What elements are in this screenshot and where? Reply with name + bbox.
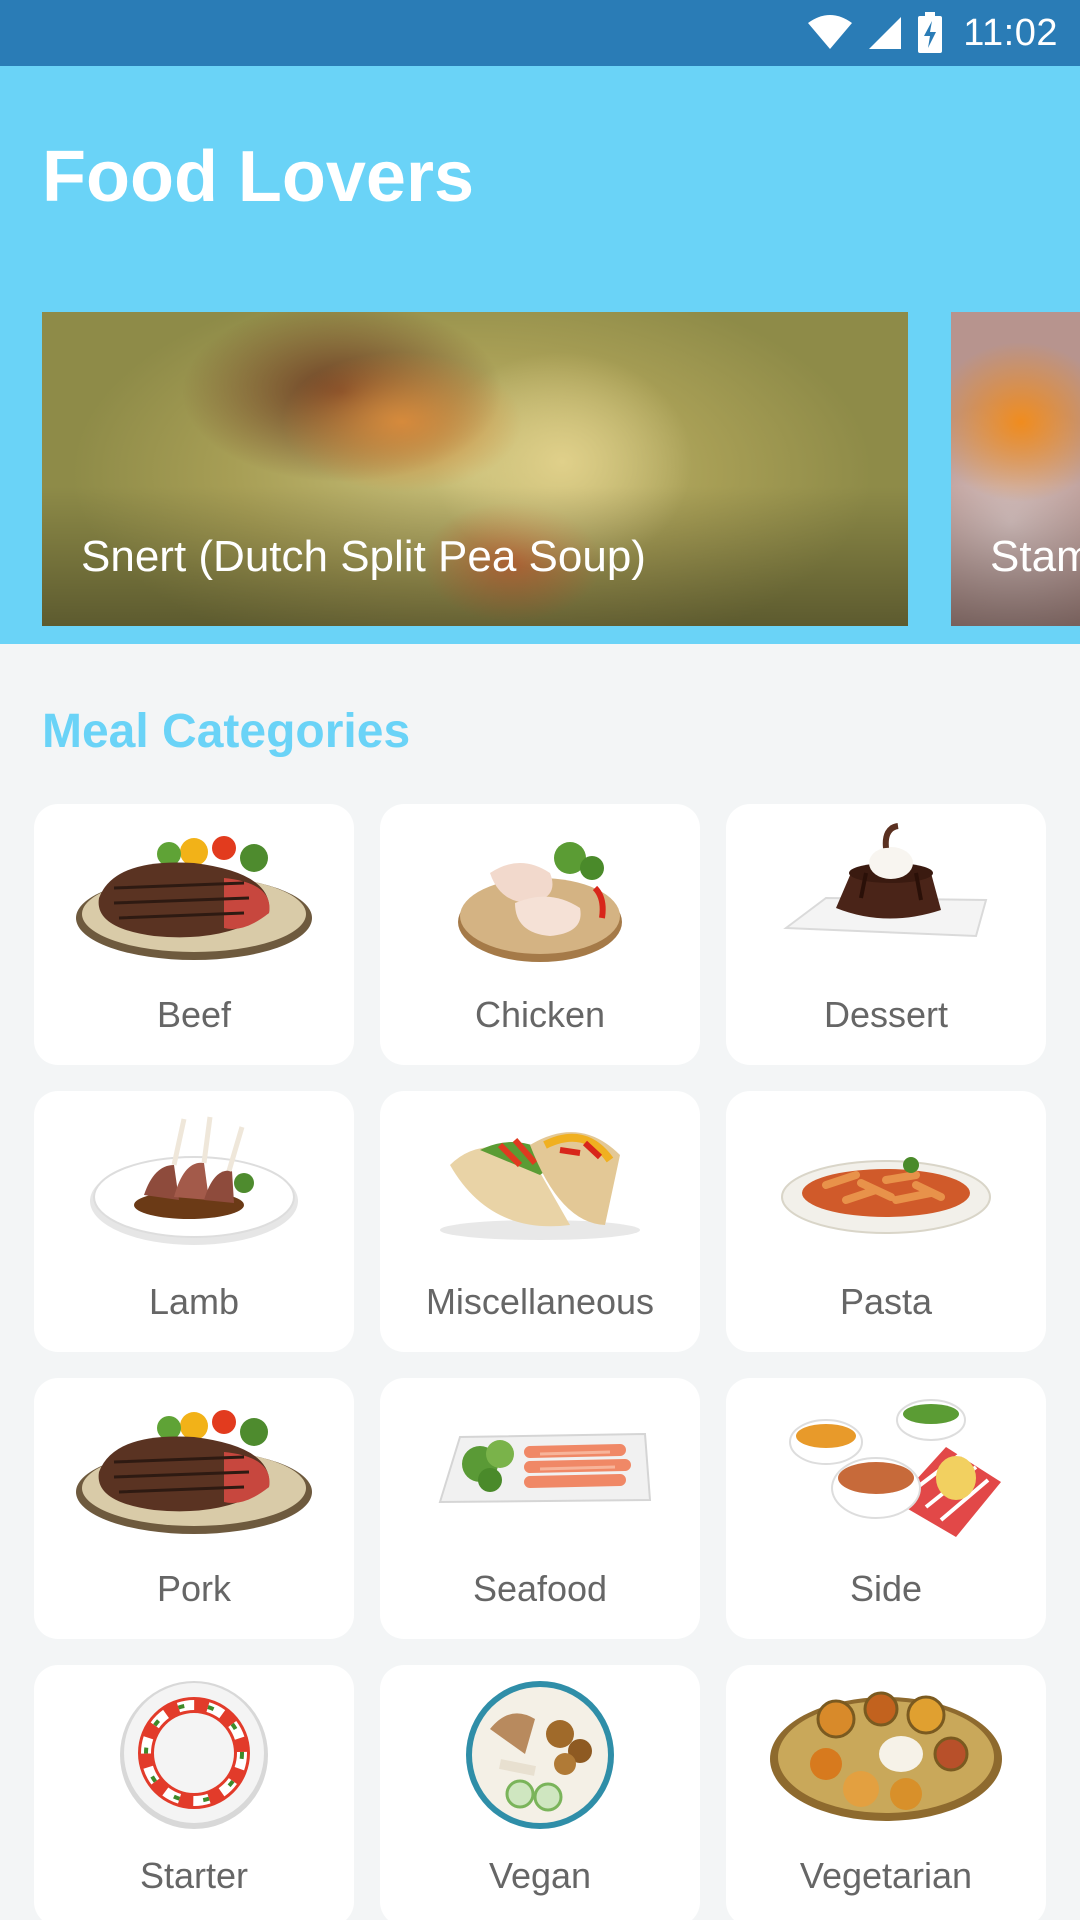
category-label: Side (849, 1568, 923, 1609)
category-label: Lamb (148, 1281, 240, 1322)
category-label: Vegetarian (799, 1855, 973, 1896)
category-card-lamb[interactable]: Lamb (34, 1091, 354, 1352)
section-title: Meal Categories (42, 705, 411, 758)
slide-title: Snert (Dutch Split Pea Soup) (81, 532, 646, 581)
battery-charging-icon (918, 12, 943, 53)
category-card-pasta[interactable]: Pasta (726, 1091, 1046, 1352)
category-label: Vegan (488, 1855, 592, 1896)
category-label: Pasta (839, 1281, 933, 1322)
category-card-vegetarian[interactable]: Vegetarian (726, 1665, 1046, 1920)
vegetarian-dish-image (770, 1691, 1002, 1821)
category-card-beef[interactable]: Beef (34, 804, 354, 1065)
pasta-dish-image (781, 1157, 991, 1234)
category-card-side[interactable]: Side (726, 1378, 1046, 1639)
carousel-slide[interactable]: Snert (Dutch Split Pea Soup) (42, 312, 908, 626)
dessert-dish-image (783, 823, 988, 938)
seafood-dish-image (438, 1432, 652, 1504)
featured-meals-carousel[interactable]: Snert (Dutch Split Pea Soup) Stam (0, 312, 1080, 626)
category-label: Beef (156, 994, 232, 1035)
beef-dish-image (76, 836, 312, 960)
pork-dish-image (76, 1410, 312, 1534)
app-title: Food Lovers (42, 137, 475, 217)
status-bar: 11:02 (0, 0, 1080, 66)
app-header: Food Lovers Snert (Dutch Split Pea Soup)… (0, 66, 1080, 644)
chicken-dish-image (458, 842, 622, 962)
vegan-dish-image (466, 1681, 614, 1829)
category-label: Starter (139, 1855, 249, 1896)
category-label: Chicken (474, 994, 606, 1035)
tacos-dish-image (440, 1132, 640, 1240)
category-label: Pork (156, 1568, 232, 1609)
cell-signal-icon (869, 17, 902, 49)
carousel-slide[interactable]: Stam (951, 312, 1080, 626)
side-dish-image (789, 1399, 1001, 1537)
category-card-dessert[interactable]: Dessert (726, 804, 1046, 1065)
category-card-pork[interactable]: Pork (34, 1378, 354, 1639)
category-label: Dessert (823, 994, 949, 1035)
wifi-icon (808, 15, 853, 49)
category-card-chicken[interactable]: Chicken (380, 804, 700, 1065)
status-icons: 11:02 (807, 0, 1058, 66)
starter-dish-image (120, 1681, 268, 1829)
category-card-vegan[interactable]: Vegan (380, 1665, 700, 1920)
category-card-seafood[interactable]: Seafood (380, 1378, 700, 1639)
category-card-miscellaneous[interactable]: Miscellaneous (380, 1091, 700, 1352)
status-time: 11:02 (963, 11, 1058, 54)
slide-title: Stam (990, 532, 1080, 581)
category-label: Seafood (472, 1568, 608, 1609)
category-grid: Beef Chicken Dessert Lamb Miscellaneous … (34, 804, 1046, 1920)
category-card-starter[interactable]: Starter (34, 1665, 354, 1920)
lamb-dish-image (90, 1116, 298, 1245)
category-label: Miscellaneous (425, 1281, 655, 1322)
